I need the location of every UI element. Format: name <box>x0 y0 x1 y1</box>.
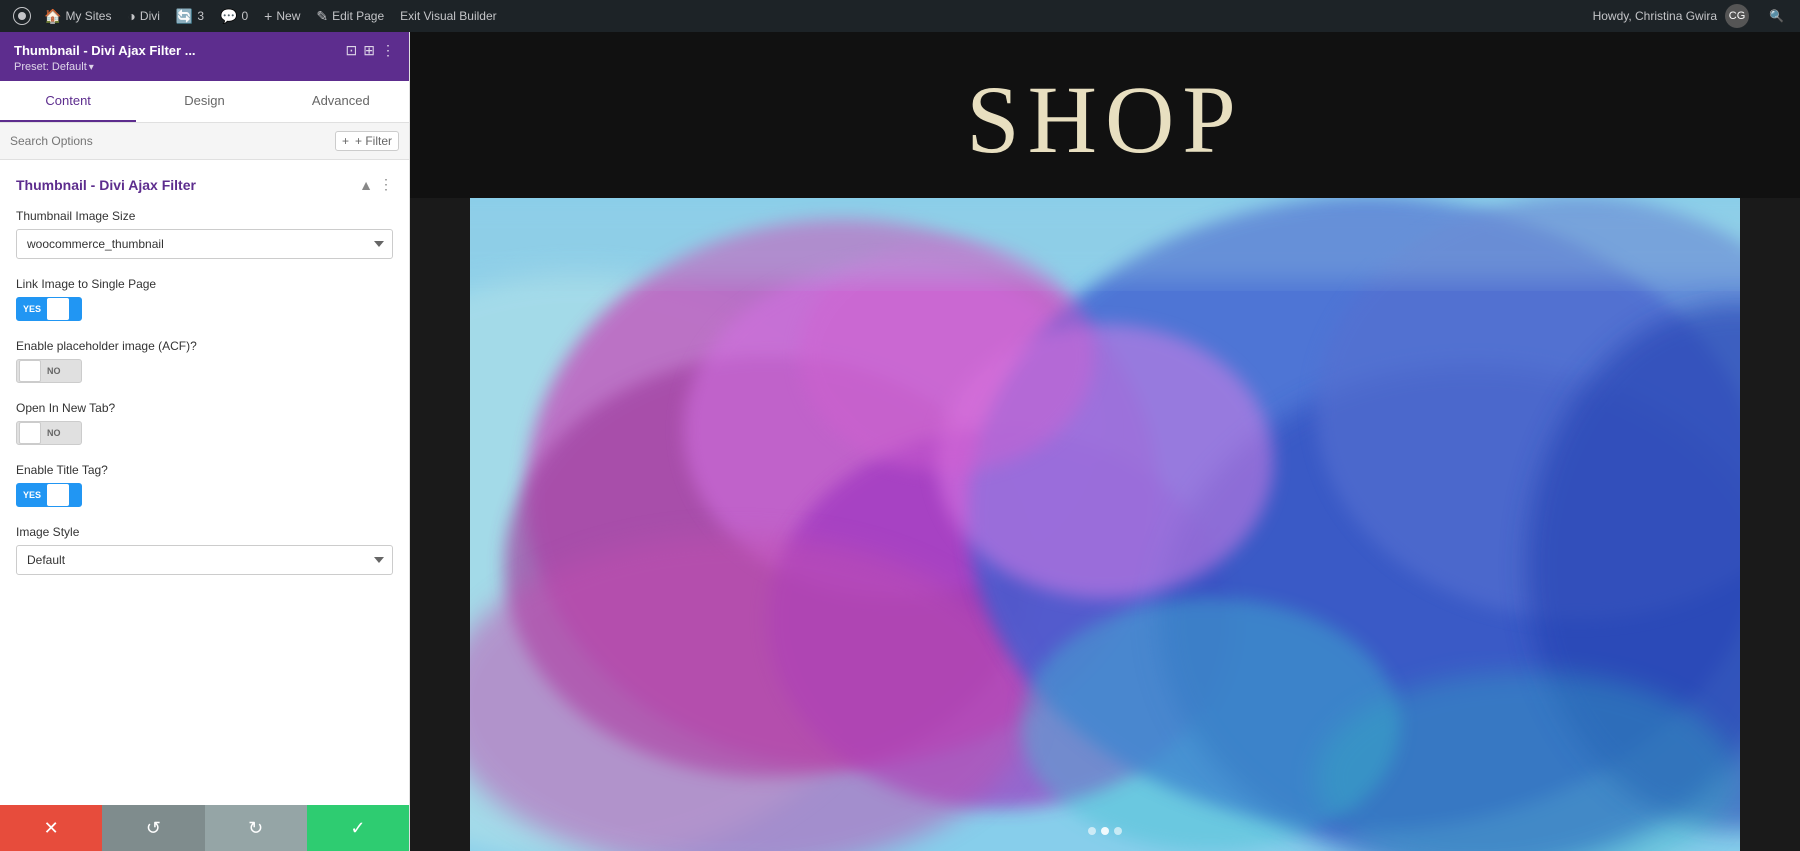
placeholder-image-toggle-switch[interactable]: NO <box>16 359 82 383</box>
admin-bar-divi[interactable]: ◑ Divi <box>119 0 167 32</box>
toggle-thumb-off-2 <box>19 422 41 444</box>
toggle-yes-label-2: YES <box>17 484 47 506</box>
dot-3 <box>1114 827 1122 835</box>
search-icon: 🔍 <box>1769 9 1784 23</box>
dots-indicator <box>1088 827 1122 835</box>
tab-design[interactable]: Design <box>136 81 272 122</box>
section-title: Thumbnail - Divi Ajax Filter <box>16 177 196 193</box>
bottom-bar: ✕ ↺ ↻ ✓ <box>0 805 409 851</box>
redo-button[interactable]: ↻ <box>205 805 307 851</box>
admin-bar-right: Howdy, Christina Gwira CG 🔍 <box>1585 0 1792 32</box>
toggle-thumb <box>47 298 69 320</box>
edit-icon: ✎ <box>316 8 328 25</box>
admin-bar-updates[interactable]: 🔄 3 <box>168 0 212 32</box>
updates-icon: 🔄 <box>176 8 193 25</box>
thumbnail-image-size-select[interactable]: woocommerce_thumbnail thumbnail medium l… <box>16 229 393 259</box>
left-panel: Thumbnail - Divi Ajax Filter ... ⊡ ⊞ ⋮ P… <box>0 32 410 851</box>
toggle-yes-label: YES <box>17 298 47 320</box>
link-image-toggle-switch[interactable]: YES <box>16 297 82 321</box>
admin-bar: 🏠 My Sites ◑ Divi 🔄 3 💬 0 + New ✎ Edit P… <box>0 0 1800 32</box>
open-new-tab-toggle-switch[interactable]: NO <box>16 421 82 445</box>
divi-icon: ◑ <box>127 8 135 24</box>
placeholder-image-toggle: NO <box>16 359 393 383</box>
panel-content: Thumbnail - Divi Ajax Filter ▲ ⋮ Thumbna… <box>0 160 409 805</box>
tab-content[interactable]: Content <box>0 81 136 122</box>
thumbnail-image-size-label: Thumbnail Image Size <box>16 209 393 223</box>
comments-icon: 💬 <box>220 8 237 25</box>
panel-more-icon[interactable]: ⋮ <box>381 42 395 59</box>
cancel-icon: ✕ <box>44 818 59 839</box>
panel-header-icons: ⊡ ⊞ ⋮ <box>346 42 395 59</box>
redo-icon: ↻ <box>248 818 263 839</box>
filter-icon: + <box>342 134 349 148</box>
canvas-area: SHOP <box>410 32 1800 851</box>
dot-2 <box>1101 827 1109 835</box>
avatar: CG <box>1725 4 1749 28</box>
section-actions: ▲ ⋮ <box>359 176 393 193</box>
placeholder-image-label: Enable placeholder image (ACF)? <box>16 339 393 353</box>
link-image-toggle: YES <box>16 297 393 321</box>
enable-title-tag-toggle: YES <box>16 483 393 507</box>
colorful-image <box>470 198 1740 851</box>
section-more-icon[interactable]: ⋮ <box>379 176 393 193</box>
search-bar: + + Filter <box>0 123 409 160</box>
panel-title-row: Thumbnail - Divi Ajax Filter ... ⊡ ⊞ ⋮ <box>14 42 395 59</box>
open-new-tab-label: Open In New Tab? <box>16 401 393 415</box>
field-image-style: Image Style Default Rounded Circle Borde… <box>16 525 393 575</box>
save-icon: ✓ <box>350 818 365 839</box>
admin-bar-exit-builder[interactable]: Exit Visual Builder <box>392 0 505 32</box>
image-style-label: Image Style <box>16 525 393 539</box>
field-link-image-to-single-page: Link Image to Single Page YES <box>16 277 393 321</box>
admin-bar-comments[interactable]: 💬 0 <box>212 0 256 32</box>
toggle-thumb-off <box>19 360 41 382</box>
admin-bar-edit-page[interactable]: ✎ Edit Page <box>308 0 392 32</box>
panel-screen-icon[interactable]: ⊡ <box>346 42 358 59</box>
section-header: Thumbnail - Divi Ajax Filter ▲ ⋮ <box>16 176 393 193</box>
toggle-no-label-2: NO <box>41 428 67 438</box>
shop-title: SHOP <box>430 72 1780 168</box>
panel-header: Thumbnail - Divi Ajax Filter ... ⊡ ⊞ ⋮ P… <box>0 32 409 81</box>
image-style-select[interactable]: Default Rounded Circle Bordered <box>16 545 393 575</box>
field-thumbnail-image-size: Thumbnail Image Size woocommerce_thumbna… <box>16 209 393 259</box>
wp-logo-icon[interactable] <box>8 0 36 32</box>
open-new-tab-toggle: NO <box>16 421 393 445</box>
undo-button[interactable]: ↺ <box>102 805 204 851</box>
panel-grid-icon[interactable]: ⊞ <box>363 42 375 59</box>
admin-bar-search[interactable]: 🔍 <box>1761 0 1792 32</box>
enable-title-tag-toggle-switch[interactable]: YES <box>16 483 82 507</box>
chevron-down-icon: ▾ <box>89 62 94 73</box>
new-icon: + <box>264 8 272 24</box>
preset-row[interactable]: Preset: Default ▾ <box>14 61 395 73</box>
main-layout: Thumbnail - Divi Ajax Filter ... ⊡ ⊞ ⋮ P… <box>0 32 1800 851</box>
search-input[interactable] <box>10 134 327 148</box>
save-button[interactable]: ✓ <box>307 805 409 851</box>
toggle-thumb-2 <box>47 484 69 506</box>
field-enable-placeholder-image: Enable placeholder image (ACF)? NO <box>16 339 393 383</box>
toggle-no-label: NO <box>41 366 67 376</box>
undo-icon: ↺ <box>146 818 161 839</box>
tab-advanced[interactable]: Advanced <box>273 81 409 122</box>
filter-button[interactable]: + + Filter <box>335 131 399 151</box>
dot-1 <box>1088 827 1096 835</box>
panel-tabs: Content Design Advanced <box>0 81 409 123</box>
admin-bar-my-sites[interactable]: 🏠 My Sites <box>36 0 119 32</box>
enable-title-tag-label: Enable Title Tag? <box>16 463 393 477</box>
field-open-in-new-tab: Open In New Tab? NO <box>16 401 393 445</box>
section-collapse-icon[interactable]: ▲ <box>359 177 373 193</box>
image-area <box>470 198 1740 851</box>
panel-title: Thumbnail - Divi Ajax Filter ... <box>14 43 196 58</box>
field-enable-title-tag: Enable Title Tag? YES <box>16 463 393 507</box>
cancel-button[interactable]: ✕ <box>0 805 102 851</box>
link-image-label: Link Image to Single Page <box>16 277 393 291</box>
admin-bar-user[interactable]: Howdy, Christina Gwira CG <box>1585 0 1757 32</box>
admin-bar-new[interactable]: + New <box>256 0 308 32</box>
shop-title-area: SHOP <box>410 32 1800 198</box>
home-icon: 🏠 <box>44 8 61 25</box>
